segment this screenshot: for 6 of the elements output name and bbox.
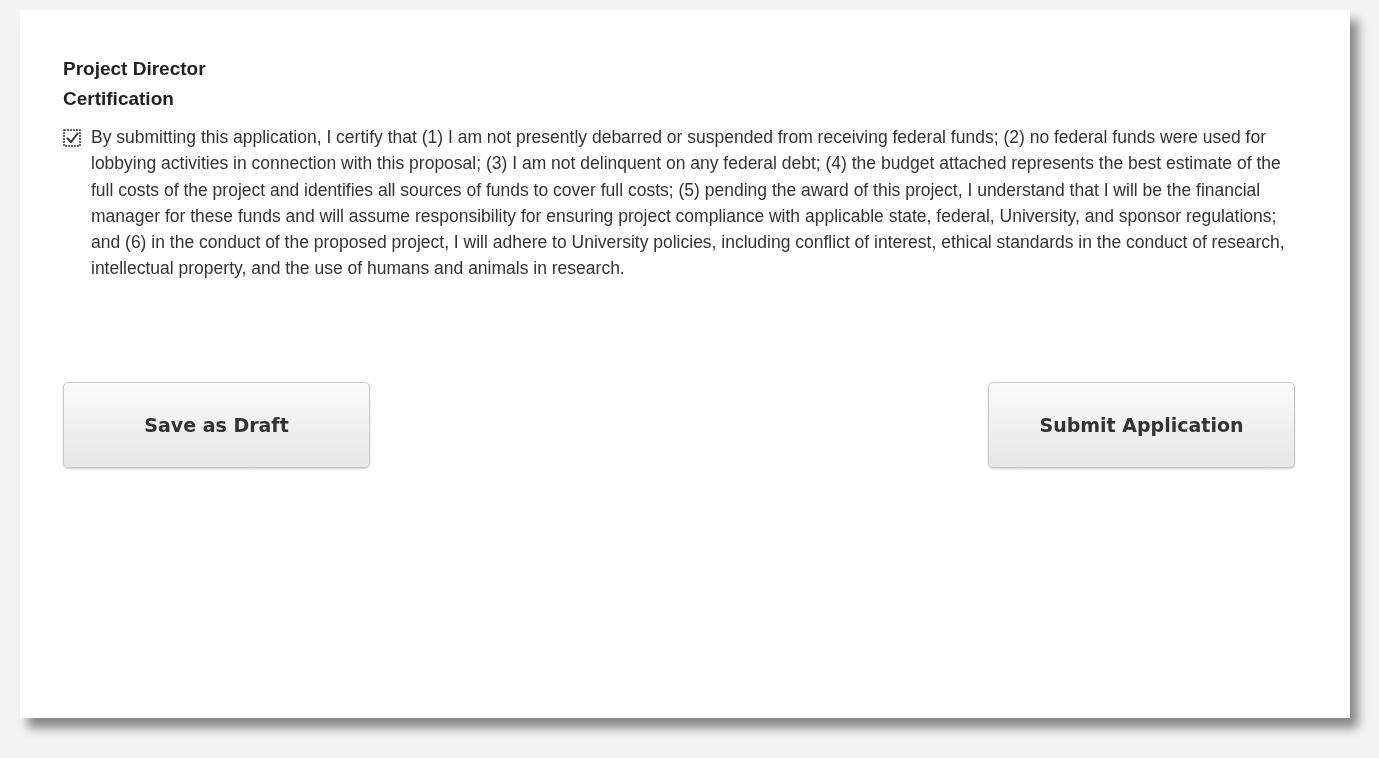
section-title: Certification (63, 87, 175, 111)
section-title: Project Director (63, 57, 207, 81)
checkbox[interactable] (63, 129, 81, 147)
submit-button[interactable]: Submit Application (988, 381, 1295, 468)
certification-text: By submitting this application, I certify that (1) I am not presently debarred or suspended from receiving federal funds; (2) no federal funds were used for lobbying activities in connection with this proposal; (3) I am not delinquent on any federal debt; (4) the budget attached represents the best estimate of the full costs of the project and identifies all sources of funds to cover full costs; (5) pending the award of this project, I understand that I will be the financial manager for these funds and will assume responsibility for ensuring project compliance with applicable state, federal, University, and sponsor regulations; and (6) in the conduct of the proposed project, I will adhere to University policies, including conflict of interest, ethical standards in the conduct of research, intellectual property, and the use of humans and animals in research. (91, 126, 1286, 281)
save-draft-button[interactable]: Save as Draft (63, 381, 370, 468)
